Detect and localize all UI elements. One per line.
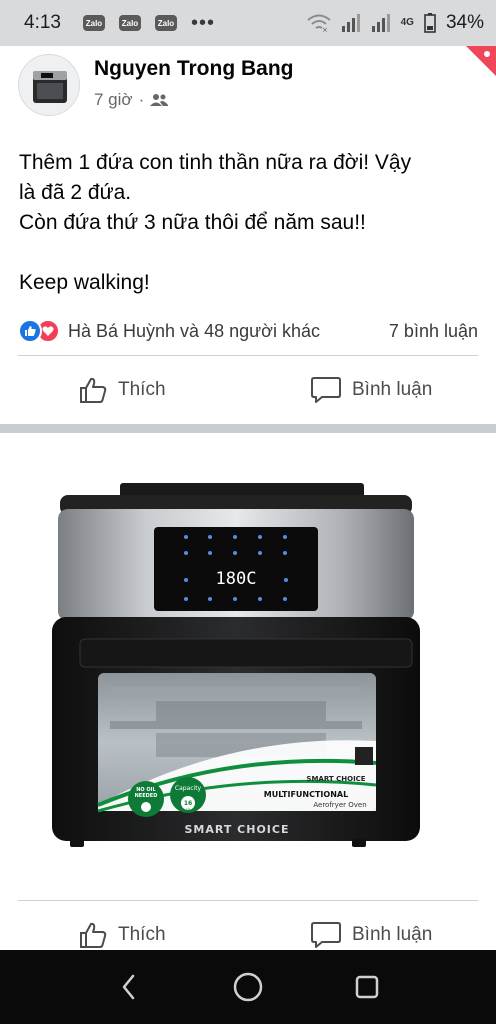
like-button-label: Thích [118,379,166,400]
comment-icon [311,377,341,403]
friends-icon [150,94,169,106]
badge-capacity-value: 16 [184,800,192,807]
post-actions: Thích Bình luận [0,370,496,410]
oven-display: 180C [216,569,257,589]
android-nav-bar [0,950,496,1024]
back-icon[interactable] [109,967,149,1007]
thumbs-up-icon [80,922,107,948]
more-notifications-icon: ••• [190,11,215,34]
status-time: 4:13 [24,12,61,33]
comments-count[interactable]: 7 bình luận [389,321,478,342]
like-reaction-icon [18,319,42,343]
like-button[interactable]: Thích [78,915,166,955]
comment-icon [311,922,341,948]
post-text-line: Keep walking! [19,271,150,294]
zalo-notification-icon: Zalo [118,15,141,31]
home-icon[interactable] [228,967,268,1007]
reaction-icons[interactable] [18,319,60,343]
like-button-label: Thích [118,924,166,945]
recents-icon[interactable] [347,967,387,1007]
post-actions: Thích Bình luận [0,915,496,955]
brand-footer-label: SMART CHOICE [184,823,289,836]
signal-icon [371,14,390,32]
signal-icon [341,14,360,32]
zalo-notification-icon: Zalo [82,15,105,31]
divider [18,355,478,356]
air-fryer-oven-image: 180C SMART CHOICE MULTIFUNCTIONAL Aerofr… [52,483,420,847]
post-time[interactable]: 7 giờ [94,90,133,110]
corner-ribbon-icon [466,46,496,76]
badge-capacity-label: Capacity [175,785,202,792]
reactions-bar: Hà Bá Huỳnh và 48 người khác 7 bình luận [18,316,478,346]
battery-percent: 34% [445,12,484,33]
badge-no-oil-bottom: NEEDED [135,793,158,799]
divider [18,900,478,901]
svg-text:×: × [322,26,328,32]
post-meta: 7 giờ · [94,90,169,110]
network-type: 4G [400,17,414,28]
product-line1: MULTIFUNCTIONAL [264,790,348,799]
meta-separator: · [138,90,145,109]
like-button[interactable]: Thích [78,370,166,410]
status-bar: 4:13 Zalo Zalo Zalo ••• × 4G 34% [0,0,496,46]
post-body: Thêm 1 đứa con tinh thần nữa ra đời! Vậy… [19,148,479,298]
author-avatar[interactable] [18,54,80,116]
wifi-icon: × [306,14,331,32]
brand-panel-label: SMART CHOICE [306,775,365,783]
product-line2: Aerofryer Oven [313,801,366,809]
comment-button-label: Bình luận [352,379,433,400]
post-photo[interactable]: 180C SMART CHOICE MULTIFUNCTIONAL Aerofr… [0,433,496,900]
feed-separator [0,424,496,433]
comment-button-label: Bình luận [352,924,433,945]
comment-button[interactable]: Bình luận [310,370,432,410]
zalo-notification-icon: Zalo [154,15,177,31]
post-text-line: Còn đứa thứ 3 nữa thôi để năm sau!! [19,211,366,234]
post-text-line: Thêm 1 đứa con tinh thần nữa ra đời! Vậy… [19,151,412,204]
comment-button[interactable]: Bình luận [310,915,432,955]
reaction-names[interactable]: Hà Bá Huỳnh và 48 người khác [68,321,320,342]
battery-icon [424,13,436,33]
post-author-name[interactable]: Nguyen Trong Bang [94,57,294,81]
thumbs-up-icon [80,377,107,403]
post-text-line [19,238,479,268]
air-fryer-avatar-icon [19,55,79,115]
